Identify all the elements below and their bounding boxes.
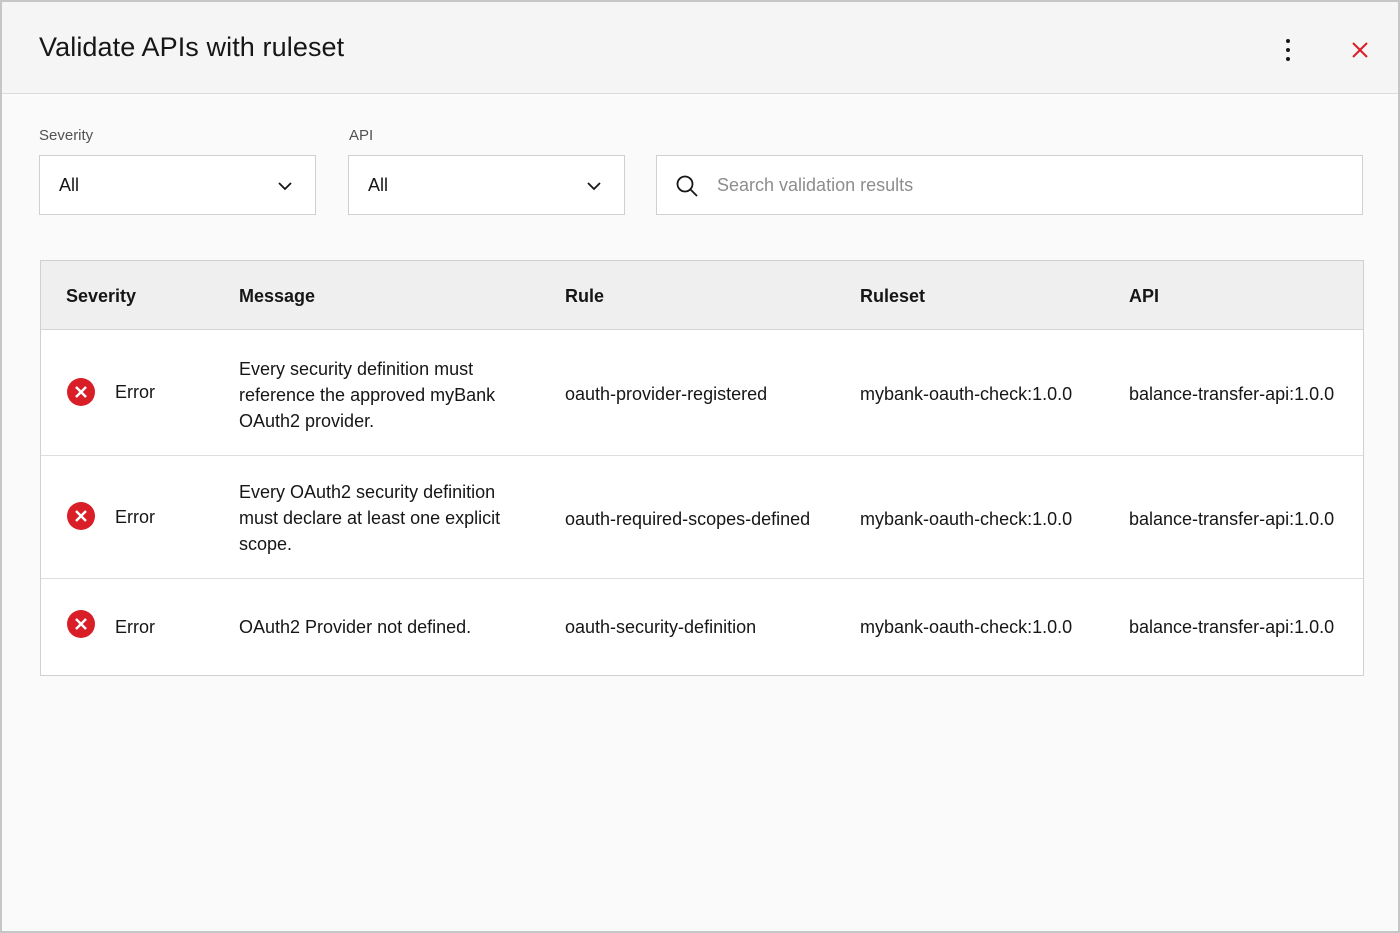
modal-title: Validate APIs with ruleset (39, 32, 345, 62)
message-text: OAuth2 Provider not defined. (239, 617, 472, 637)
column-header-severity[interactable]: Severity (66, 286, 136, 307)
api-text: balance-transfer-api:1.0.0 (1129, 509, 1335, 529)
rule-text: oauth-security-definition (565, 617, 757, 637)
table-row[interactable]: Error OAuth2 Provider not defined. oauth… (41, 579, 1363, 675)
api-filter-label: API (349, 127, 374, 144)
search-field[interactable] (656, 155, 1363, 215)
api-dropdown-value: All (368, 175, 389, 195)
table-row[interactable]: Error Every OAuth2 security definition m… (41, 456, 1363, 579)
error-filled-icon (67, 378, 95, 406)
column-header-ruleset[interactable]: Ruleset (860, 286, 925, 307)
search-icon (676, 175, 698, 197)
api-dropdown[interactable]: All (348, 155, 625, 215)
chevron-down-icon (587, 182, 601, 191)
ruleset-text: mybank-oauth-check:1.0.0 (860, 384, 1073, 404)
severity-dropdown-value: All (59, 175, 80, 195)
rule-text: oauth-required-scopes-defined (565, 509, 811, 529)
api-text: balance-transfer-api:1.0.0 (1129, 384, 1335, 404)
overflow-menu-icon[interactable] (1272, 30, 1304, 70)
search-input[interactable] (717, 166, 1337, 204)
column-header-api[interactable]: API (1129, 286, 1159, 307)
modal-header: Validate APIs with ruleset (2, 2, 1398, 94)
column-header-rule[interactable]: Rule (565, 286, 604, 307)
api-text: balance-transfer-api:1.0.0 (1129, 617, 1335, 637)
column-header-message[interactable]: Message (239, 286, 315, 307)
message-text: Every OAuth2 security definition must de… (239, 482, 501, 554)
severity-filter-label: Severity (39, 127, 94, 144)
validation-results-table: Severity Message Rule Ruleset API Error … (40, 260, 1364, 676)
error-filled-icon (67, 610, 95, 638)
message-text: Every security definition must reference… (239, 359, 496, 431)
severity-text: Error (115, 617, 155, 637)
severity-text: Error (115, 382, 155, 402)
severity-text: Error (115, 507, 155, 527)
close-icon[interactable] (1342, 32, 1378, 68)
error-filled-icon (67, 502, 95, 530)
chevron-down-icon (278, 182, 292, 191)
rule-text: oauth-provider-registered (565, 384, 768, 404)
validate-apis-modal: Validate APIs with ruleset Severity All … (0, 0, 1400, 933)
ruleset-text: mybank-oauth-check:1.0.0 (860, 617, 1073, 637)
ruleset-text: mybank-oauth-check:1.0.0 (860, 509, 1073, 529)
table-row[interactable]: Error Every security definition must ref… (41, 331, 1363, 456)
table-header: Severity Message Rule Ruleset API (41, 261, 1363, 330)
severity-dropdown[interactable]: All (39, 155, 316, 215)
